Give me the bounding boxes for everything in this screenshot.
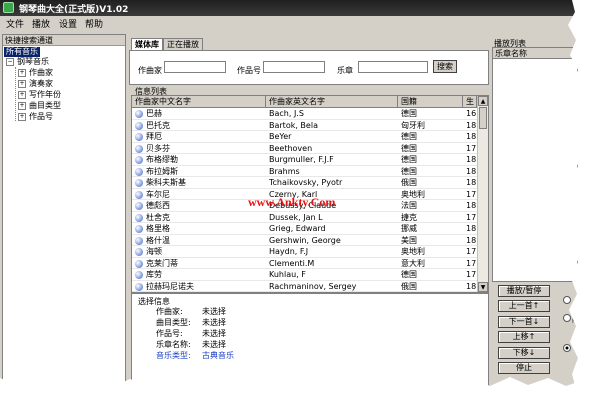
torn-edge-decoration	[0, 0, 600, 405]
